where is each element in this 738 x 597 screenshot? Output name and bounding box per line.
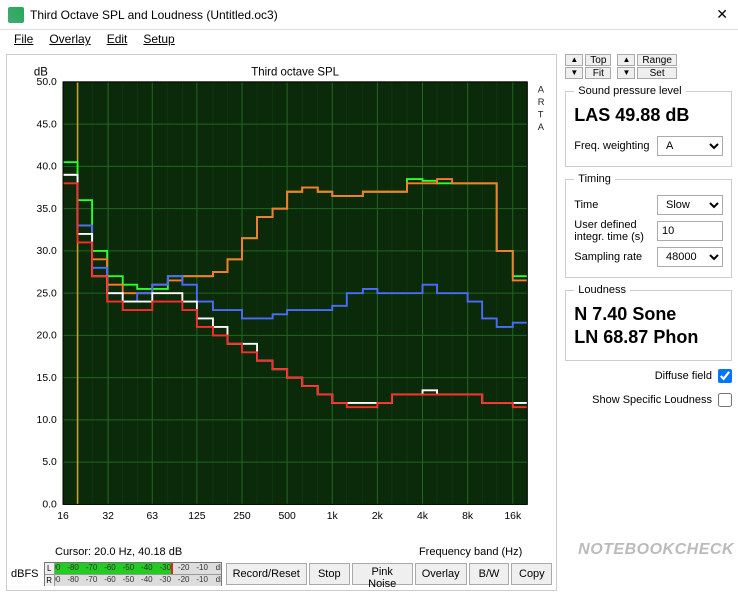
timing-group: Timing Time Slow User defined integr. ti… [565, 173, 732, 278]
svg-text:16: 16 [57, 511, 69, 522]
svg-text:5.0: 5.0 [42, 457, 57, 468]
close-icon[interactable]: ✕ [716, 6, 728, 23]
level-meter: L -90-80-70-60-50-40-30-20-10dB R -90-80… [44, 562, 222, 586]
menu-file[interactable]: File [8, 32, 39, 48]
dbfs-label: dBFS [11, 568, 40, 580]
show-specific-loudness-label: Show Specific Loudness [592, 394, 712, 406]
svg-text:0.0: 0.0 [42, 499, 57, 510]
sampling-rate-label: Sampling rate [574, 251, 651, 263]
fit-button[interactable]: Fit [585, 67, 611, 79]
svg-text:10.0: 10.0 [37, 415, 57, 426]
integration-time-label: User defined integr. time (s) [574, 219, 651, 243]
loudness-sone: N 7.40 Sone [574, 302, 723, 325]
svg-text:15.0: 15.0 [37, 373, 57, 384]
freq-band-label: Frequency band (Hz) [419, 546, 522, 558]
menu-overlay[interactable]: Overlay [43, 32, 96, 48]
range-button[interactable]: Range [637, 54, 676, 66]
svg-text:35.0: 35.0 [37, 204, 57, 215]
copy-button[interactable]: Copy [511, 563, 552, 585]
chart-area: 16 32 63 125 250 500 1k 2k 4k 8k 16k 0.0 5.0 10.0 15.0… [11, 61, 552, 542]
top-up-button[interactable]: ▲ [565, 54, 583, 66]
spl-legend: Sound pressure level [574, 85, 685, 97]
svg-text:8k: 8k [462, 511, 474, 522]
svg-text:A: A [538, 122, 545, 132]
pink-noise-button[interactable]: Pink Noise [352, 563, 413, 585]
meter-left-label: L [45, 563, 55, 574]
top-button[interactable]: Top [585, 54, 611, 66]
svg-text:16k: 16k [504, 511, 522, 522]
sampling-rate-select[interactable]: 48000 [657, 247, 723, 267]
app-icon [8, 7, 24, 23]
cursor-label: Cursor: [55, 546, 91, 558]
integration-time-input[interactable] [657, 221, 723, 241]
svg-text:dB: dB [34, 67, 48, 79]
svg-text:4k: 4k [417, 511, 429, 522]
time-label: Time [574, 199, 651, 211]
meter-right-label: R [45, 575, 55, 586]
svg-text:2k: 2k [372, 511, 384, 522]
show-specific-loudness-checkbox[interactable] [718, 393, 732, 407]
top-down-button[interactable]: ▼ [565, 67, 583, 79]
spl-value: LAS 49.88 dB [574, 103, 723, 132]
svg-text:32: 32 [102, 511, 114, 522]
svg-text:500: 500 [278, 511, 296, 522]
svg-text:25.0: 25.0 [37, 288, 57, 299]
svg-text:Third octave SPL: Third octave SPL [251, 67, 339, 79]
svg-text:63: 63 [146, 511, 158, 522]
range-up-button[interactable]: ▲ [617, 54, 635, 66]
svg-text:250: 250 [233, 511, 251, 522]
time-select[interactable]: Slow [657, 195, 723, 215]
bw-button[interactable]: B/W [469, 563, 510, 585]
spl-group: Sound pressure level LAS 49.88 dB Freq. … [565, 85, 732, 167]
diffuse-field-checkbox[interactable] [718, 369, 732, 383]
svg-text:125: 125 [188, 511, 206, 522]
freq-weighting-select[interactable]: A [657, 136, 723, 156]
svg-text:50.0: 50.0 [37, 77, 57, 88]
window-title: Third Octave SPL and Loudness (Untitled.… [30, 8, 716, 22]
loudness-group: Loudness N 7.40 Sone LN 68.87 Phon [565, 284, 732, 361]
stop-button[interactable]: Stop [309, 563, 350, 585]
svg-text:T: T [538, 109, 544, 119]
range-down-button[interactable]: ▼ [617, 67, 635, 79]
record-reset-button[interactable]: Record/Reset [226, 563, 307, 585]
svg-text:40.0: 40.0 [37, 162, 57, 173]
freq-weighting-label: Freq. weighting [574, 140, 651, 152]
menu-edit[interactable]: Edit [101, 32, 134, 48]
svg-text:45.0: 45.0 [37, 119, 57, 130]
menu-setup[interactable]: Setup [137, 32, 180, 48]
diffuse-field-label: Diffuse field [655, 370, 712, 382]
set-button[interactable]: Set [637, 67, 676, 79]
loudness-legend: Loudness [574, 284, 630, 296]
svg-text:30.0: 30.0 [37, 246, 57, 257]
svg-text:R: R [538, 97, 545, 107]
cursor-value: 20.0 Hz, 40.18 dB [94, 546, 182, 558]
svg-text:1k: 1k [327, 511, 339, 522]
svg-text:20.0: 20.0 [37, 330, 57, 341]
timing-legend: Timing [574, 173, 615, 185]
overlay-button[interactable]: Overlay [415, 563, 467, 585]
svg-text:A: A [538, 84, 545, 94]
loudness-phon: LN 68.87 Phon [574, 325, 723, 354]
